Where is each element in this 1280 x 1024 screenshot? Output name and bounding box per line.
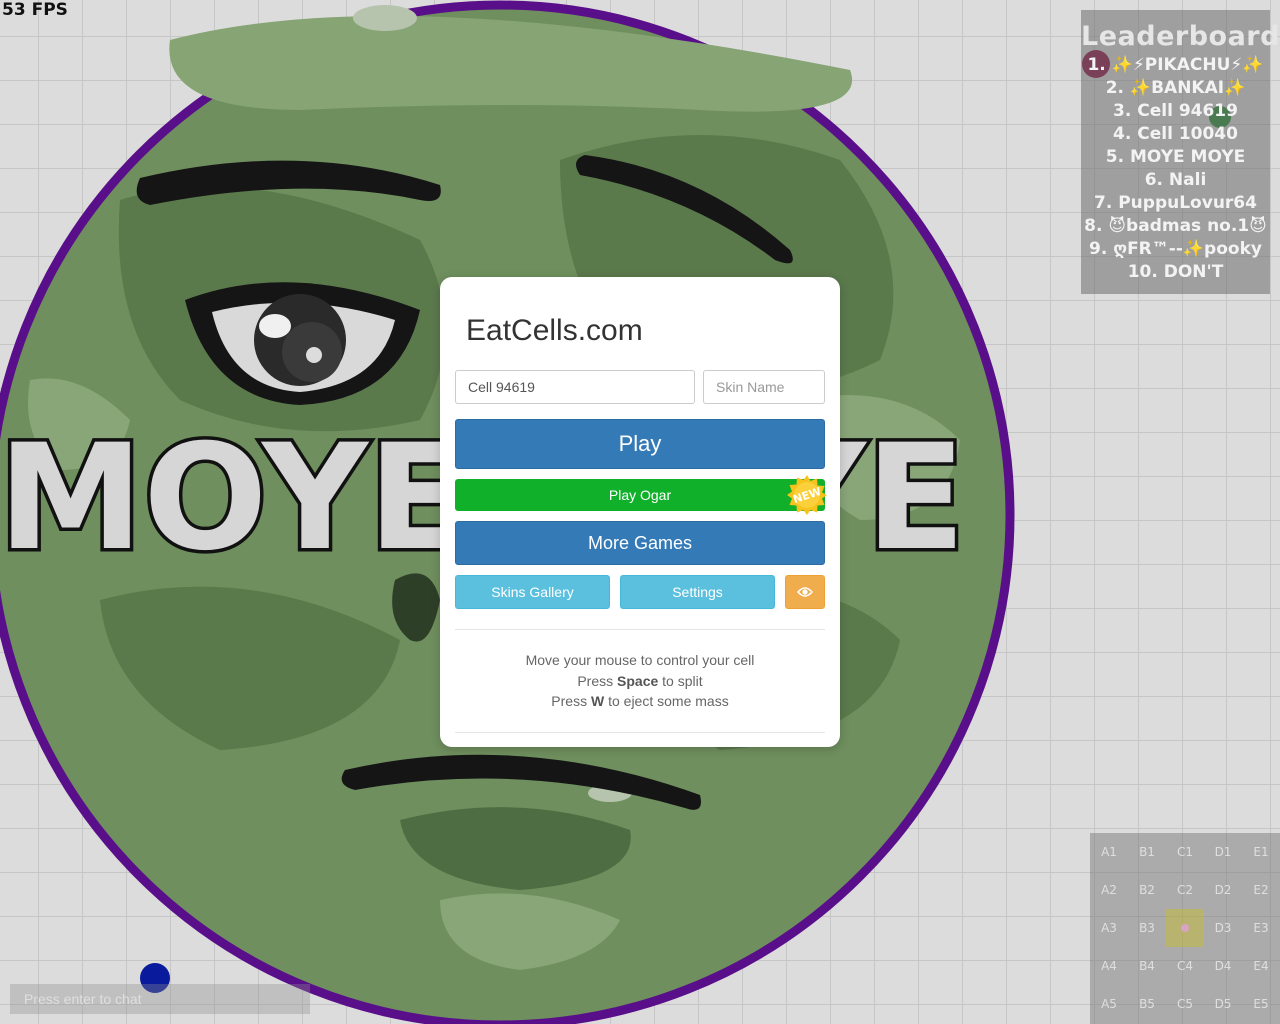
minimap-cell: C4 [1176,959,1193,973]
divider [455,731,825,733]
chat-input[interactable] [10,984,310,1014]
leaderboard-entry: 4. Cell 10040 [1113,124,1238,144]
key-space: Space [617,672,659,689]
settings-button[interactable]: Settings [620,575,775,609]
minimap-cell: E1 [1253,845,1269,859]
minimap-cell: D5 [1214,997,1232,1011]
instruction-split: Press Space to split [577,672,703,689]
skins-gallery-button[interactable]: Skins Gallery [455,575,610,609]
minimap-cell: A1 [1101,845,1117,859]
leaderboard: Leaderboard 1. ✨⚡PIKACHU⚡✨ 2. ✨BANKAI✨ 3… [1081,10,1280,294]
divider [455,629,825,630]
new-badge: NEW [787,475,827,515]
minimap-cell: E4 [1253,959,1269,973]
leaderboard-entry: 3. Cell 94619 [1113,101,1238,121]
skin-name-input[interactable] [703,370,825,404]
minimap-cell: A4 [1101,959,1117,973]
eye-icon [797,587,813,597]
minimap: A1 B1 C1 D1 E1 A2 B2 C2 D2 E2 A3 B3 D3 E… [1090,833,1280,1024]
spectate-button[interactable] [785,575,825,609]
leaderboard-entry: 5. MOYE MOYE [1105,147,1246,167]
minimap-cell: B1 [1139,845,1155,859]
minimap-cell: B4 [1139,959,1155,973]
minimap-current-cell [1166,909,1204,947]
leaderboard-entry: 10. DON'T [1127,262,1224,282]
leaderboard-title: Leaderboard [1081,21,1280,52]
more-games-button[interactable]: More Games [455,521,825,565]
minimap-cell: D2 [1214,883,1232,897]
main-menu-dialog: EatCells.com Play Play Ogar NEW More Gam… [440,277,840,747]
minimap-cell: C1 [1176,845,1193,859]
minimap-player-icon [1181,924,1189,932]
fps-counter: 53 FPS [2,0,68,20]
minimap-cell: E5 [1253,997,1269,1011]
minimap-cell: D3 [1214,921,1232,935]
minimap-cell: D4 [1214,959,1232,973]
minimap-cell: C2 [1176,883,1193,897]
minimap-cell: B3 [1139,921,1155,935]
minimap-cell: E3 [1253,921,1269,935]
minimap-cell: A3 [1101,921,1117,935]
leaderboard-entry: 2. ✨BANKAI✨ [1105,78,1246,98]
instruction-move: Move your mouse to control your cell [525,652,755,668]
minimap-cell: B5 [1139,997,1155,1011]
play-ogar-button[interactable]: Play Ogar [455,479,825,511]
leaderboard-entry: 9. ღFR™--✨pooky [1089,239,1262,259]
name-row [455,370,825,404]
instructions: Move your mouse to control your cell Pre… [455,650,825,712]
leaderboard-entry: 7. PuppuLovur64 [1094,193,1257,213]
instruction-eject: Press W to eject some mass [551,693,729,709]
site-title: EatCells.com [466,314,643,347]
play-ogar-wrap: Play Ogar NEW [455,475,827,515]
minimap-cell: C5 [1176,997,1193,1011]
leaderboard-entry: 1. ✨⚡PIKACHU⚡✨ [1087,55,1264,75]
leaderboard-entry: 6. Nali [1144,170,1207,190]
minimap-cell: B2 [1139,883,1155,897]
secondary-buttons: Skins Gallery Settings [455,575,825,609]
nickname-input[interactable] [455,370,695,404]
minimap-cell: D1 [1214,845,1232,859]
leaderboard-list: 1. ✨⚡PIKACHU⚡✨ 2. ✨BANKAI✨ 3. Cell 94619… [1081,54,1270,284]
minimap-cell: A5 [1101,997,1117,1011]
key-w: W [590,693,605,709]
play-button[interactable]: Play [455,419,825,469]
minimap-cell: E2 [1253,883,1269,897]
leaderboard-entry: 8. 😈badmas no.1😈 [1084,216,1267,236]
minimap-cell: A2 [1101,883,1117,897]
cell-name-left: MOYE [0,413,468,583]
